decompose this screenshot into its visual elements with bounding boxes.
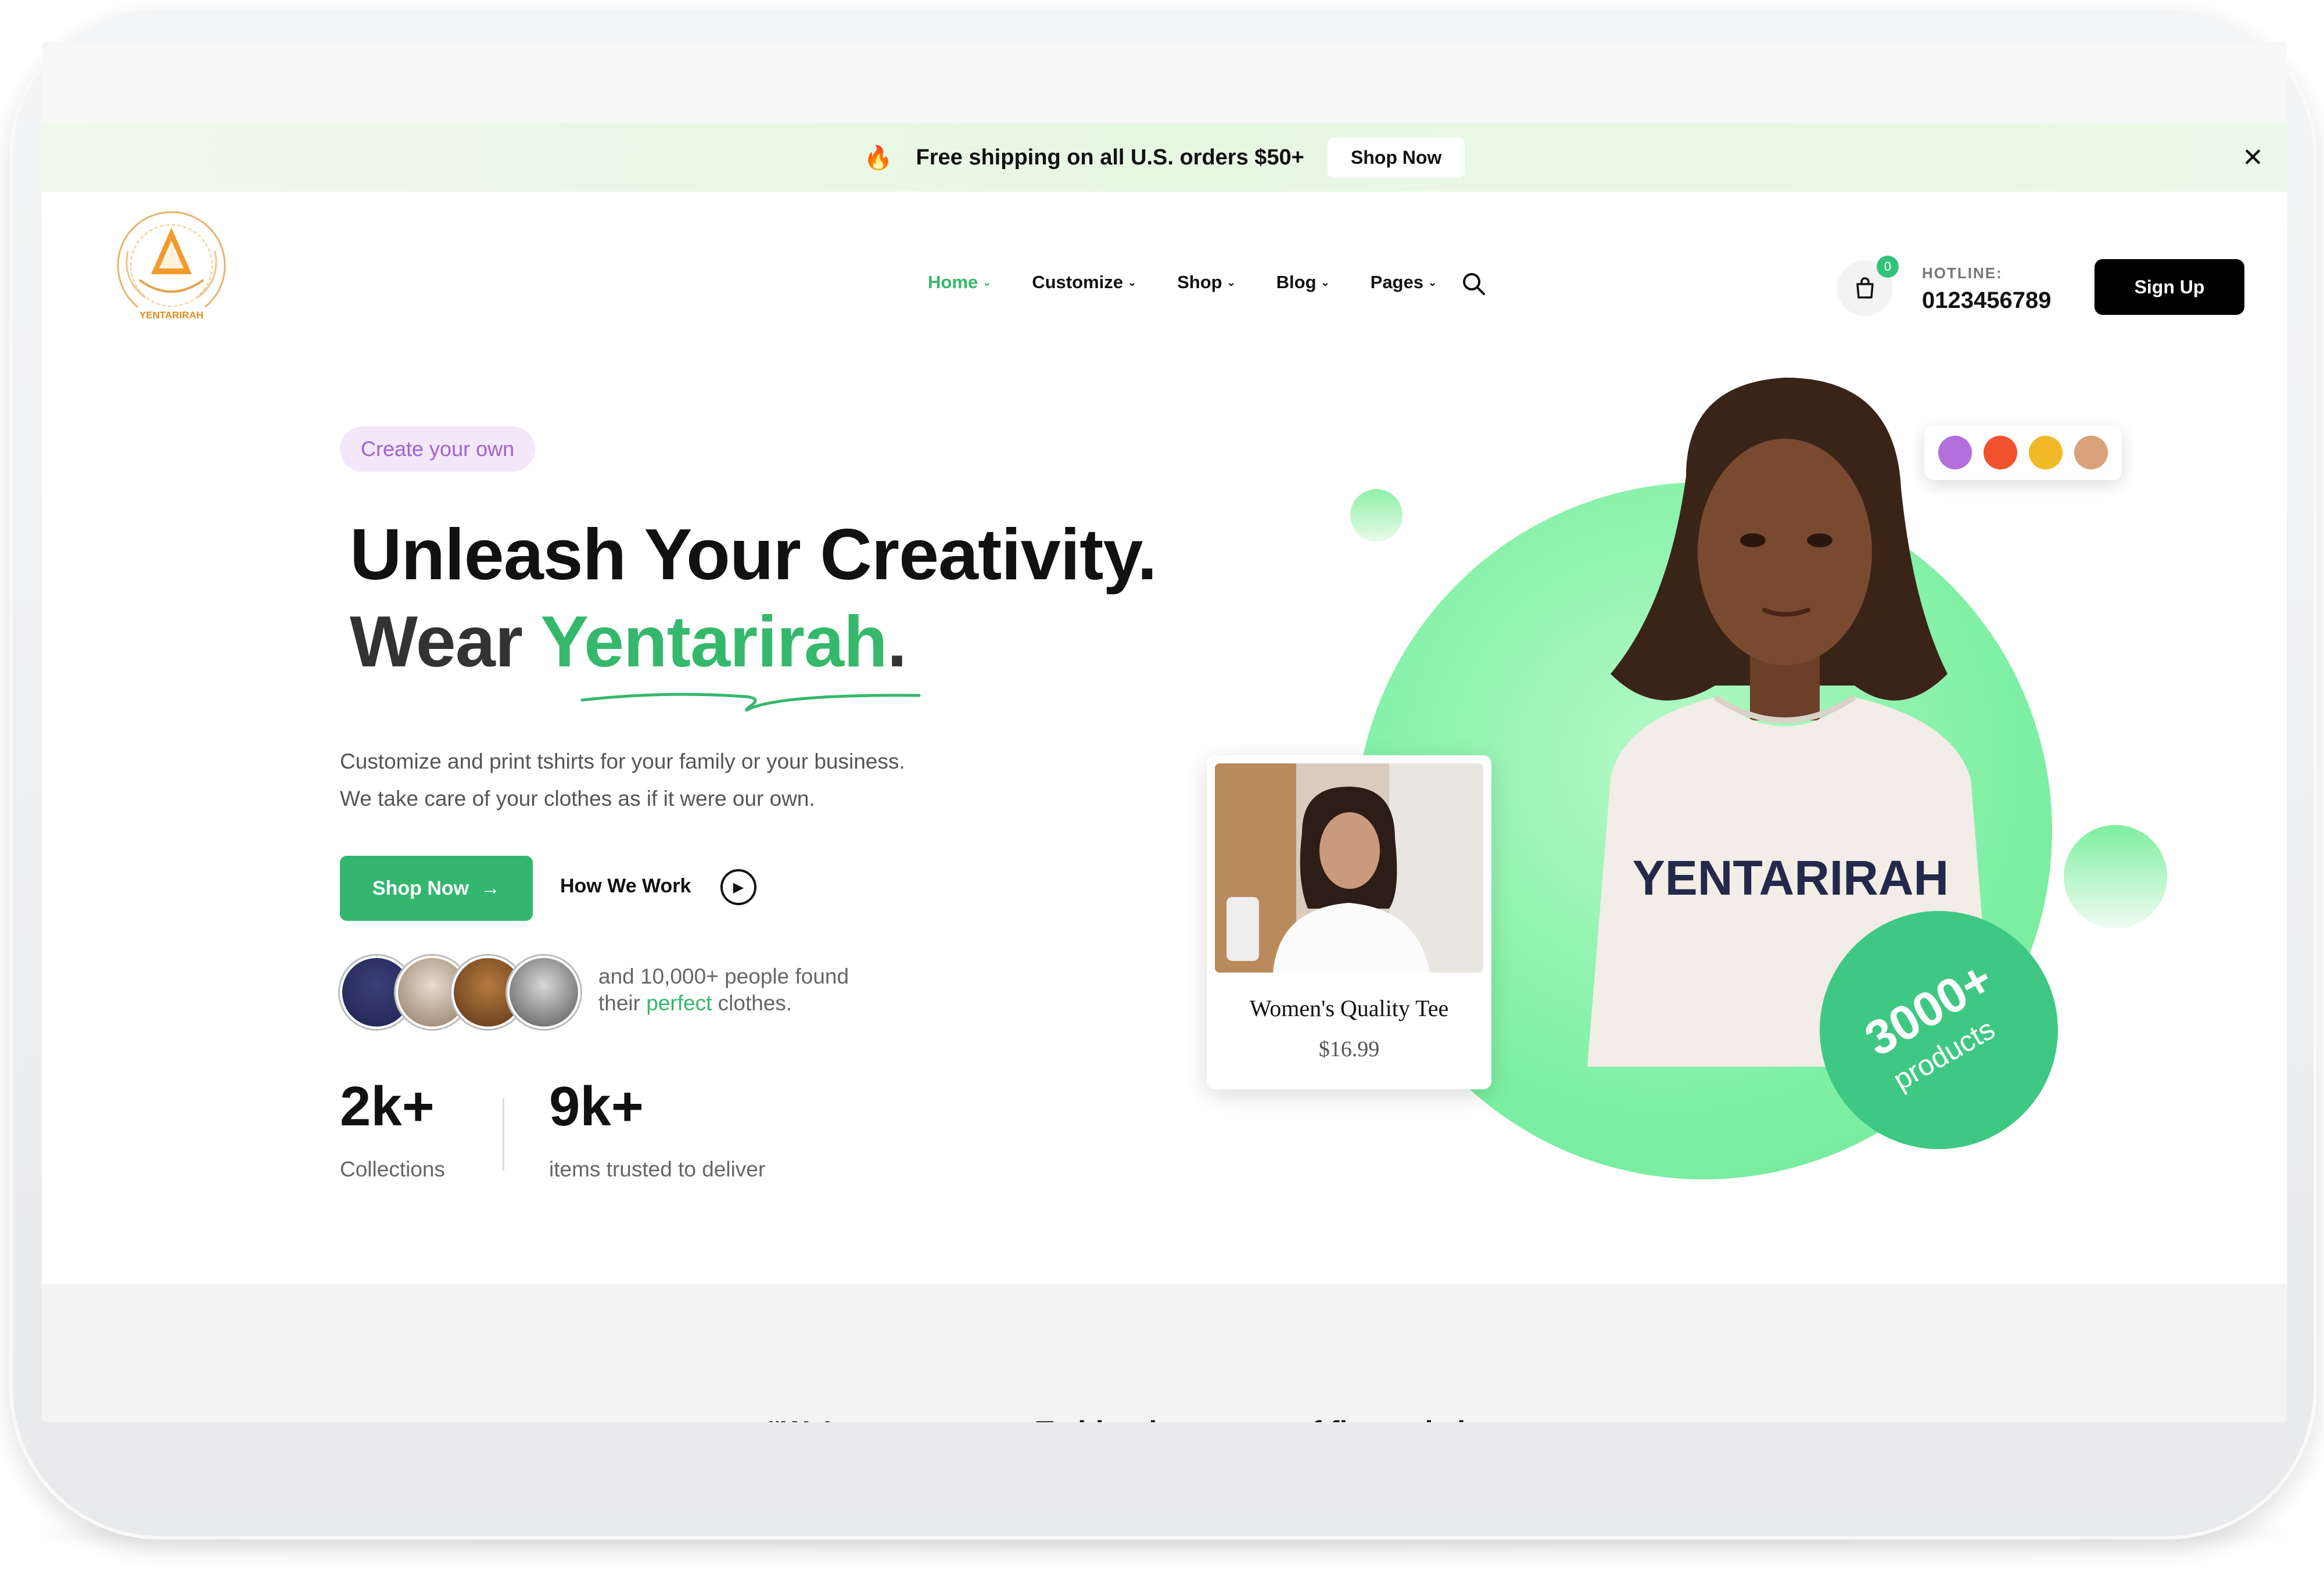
announcement-shop-now-button[interactable]: Shop Now — [1327, 137, 1465, 178]
nav-label: Home — [928, 272, 978, 292]
social-proof-line1: and 10,000+ people found — [598, 964, 849, 988]
social-proof-line2: their perfect clothes. — [598, 991, 792, 1016]
arrow-right-icon: → — [480, 877, 501, 899]
nav-item-customize[interactable]: Customize ⌄ — [1032, 272, 1136, 293]
product-price: $16.99 — [1318, 1037, 1380, 1061]
underline-swash — [580, 693, 921, 712]
stat-collections-value: 2k+ — [340, 1075, 435, 1138]
create-your-own-tag: Create your own — [340, 426, 536, 472]
nav-label: Blog — [1276, 272, 1317, 292]
stat-collections-label: Collections — [340, 1157, 445, 1181]
how-we-work-link[interactable]: How We Work — [560, 875, 691, 898]
sign-up-button[interactable]: Sign Up — [2095, 259, 2244, 315]
title-brand: Yentarirah — [540, 602, 887, 682]
button-label: Shop Now — [372, 877, 469, 899]
decorative-orb — [1350, 489, 1403, 541]
nav-item-pages[interactable]: Pages ⌄ — [1371, 272, 1437, 293]
logo-text: YENTARIRAH — [139, 310, 203, 321]
title-prefix: Wear — [350, 602, 541, 682]
swatch-yellow[interactable] — [2029, 436, 2063, 469]
cart-count-badge: 0 — [1877, 256, 1899, 278]
nav-label: Shop — [1177, 272, 1222, 292]
search-icon[interactable] — [1459, 270, 1489, 299]
testimonial-section: “We've got custom T-shirts in a range of… — [42, 1284, 2287, 1422]
nav-label: Pages — [1370, 272, 1423, 292]
hero-section: Create your own Unleash Your Creativity.… — [42, 325, 2287, 1284]
swatch-orange[interactable] — [1984, 436, 2017, 469]
hotline-number[interactable]: 0123456789 — [1922, 288, 2051, 314]
play-icon[interactable]: ▶ — [720, 869, 756, 905]
tablet-bezel-bottom — [42, 1422, 2287, 1508]
browser-viewport: 🔥 Free shipping on all U.S. orders $50+ … — [42, 42, 2287, 1422]
hero-title-line1: Unleash Your Creativity. — [350, 515, 1157, 595]
chevron-down-icon: ⌄ — [982, 276, 992, 288]
stat-items-value: 9k+ — [549, 1075, 644, 1138]
social-highlight: perfect — [646, 991, 712, 1015]
chevron-down-icon: ⌄ — [1127, 276, 1137, 288]
product-name: Women's Quality Tee — [1249, 995, 1449, 1021]
shirt-print-text: YENTARIRAH — [1633, 851, 1949, 905]
stat-items-label: items trusted to deliver — [549, 1157, 766, 1181]
main-nav: Home ⌄ Customize ⌄ Shop ⌄ Blog ⌄ Pages ⌄ — [928, 272, 1437, 293]
hero-subtitle-line2: We take care of your clothes as if it we… — [340, 787, 815, 810]
decorative-orb — [2064, 825, 2167, 928]
close-icon[interactable]: ✕ — [2242, 143, 2264, 173]
chevron-down-icon: ⌄ — [1428, 276, 1437, 288]
stat-divider — [503, 1098, 504, 1171]
color-swatch-picker — [1924, 425, 2122, 480]
nav-item-home[interactable]: Home ⌄ — [928, 272, 991, 293]
hero-shop-now-button[interactable]: Shop Now → — [340, 856, 533, 921]
customer-avatars — [340, 956, 584, 1031]
announcement-bar: 🔥 Free shipping on all U.S. orders $50+ … — [42, 123, 2287, 192]
product-image — [1215, 763, 1483, 973]
fire-icon: 🔥 — [863, 145, 893, 171]
nav-item-shop[interactable]: Shop ⌄ — [1177, 272, 1236, 293]
avatar — [507, 956, 580, 1029]
nav-label: Customize — [1032, 272, 1123, 292]
hotline-label: HOTLINE: — [1922, 264, 2003, 282]
swatch-purple[interactable] — [1938, 436, 1972, 469]
nav-item-blog[interactable]: Blog ⌄ — [1276, 272, 1330, 293]
product-card[interactable]: Women's Quality Tee $16.99 — [1207, 755, 1491, 1089]
hero-subtitle-line1: Customize and print tshirts for your fam… — [340, 749, 905, 773]
title-suffix: . — [887, 602, 907, 682]
social-suffix: clothes. — [712, 991, 792, 1015]
testimonial-quote: “We've got custom T-shirts in a range of… — [42, 1415, 2287, 1422]
site-header: YENTARIRAH Home ⌄ Customize ⌄ Shop ⌄ Blog ⌄ … — [42, 192, 2287, 325]
products-count-badge: 3000+ products — [1820, 911, 2058, 1149]
announcement-text: Free shipping on all U.S. orders $50+ — [916, 145, 1304, 170]
shopping-bag-icon — [1856, 277, 1874, 299]
chevron-down-icon: ⌄ — [1321, 276, 1330, 288]
hero-title-line2: Wear Yentarirah. — [350, 598, 907, 686]
brand-logo[interactable]: YENTARIRAH — [105, 205, 238, 338]
swatch-tan[interactable] — [2074, 436, 2108, 469]
social-prefix: their — [598, 991, 647, 1015]
chevron-down-icon: ⌄ — [1226, 276, 1236, 288]
